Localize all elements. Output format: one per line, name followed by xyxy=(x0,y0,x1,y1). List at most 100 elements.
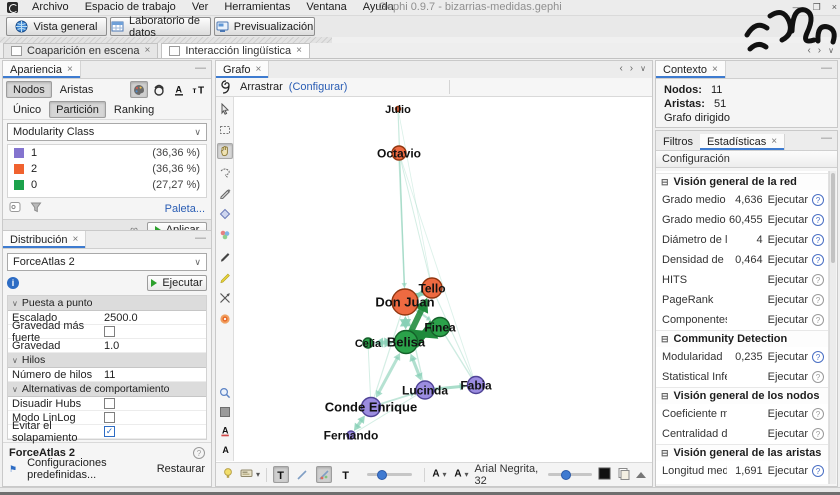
color-palette-icon[interactable] xyxy=(130,81,148,98)
close-icon[interactable]: × xyxy=(771,137,777,147)
stat-info-icon[interactable]: ? xyxy=(812,428,824,440)
subtab-único[interactable]: Único xyxy=(6,101,48,118)
configuration-button[interactable]: Configuración xyxy=(656,151,837,168)
run-statistic-link[interactable]: Ejecutar xyxy=(768,408,808,420)
info-icon[interactable]: i xyxy=(7,277,19,289)
stat-info-icon[interactable]: ? xyxy=(812,351,824,363)
stat-info-icon[interactable]: ? xyxy=(812,294,824,306)
swatch-black-icon[interactable] xyxy=(598,467,611,483)
legend-row[interactable]: 2(36,36 %) xyxy=(8,161,206,177)
tab-distribucion[interactable]: Distribución × xyxy=(3,231,86,248)
collapse-section-icon[interactable]: ⊟ xyxy=(661,448,669,459)
copy-sheet-icon[interactable] xyxy=(617,467,630,483)
minimize-panel-icon[interactable]: — xyxy=(821,132,832,144)
label-size-slider[interactable] xyxy=(548,473,592,476)
font-selector[interactable]: Arial Negrita, 32 xyxy=(475,463,542,487)
stat-info-icon[interactable]: ? xyxy=(812,234,824,246)
checkbox[interactable] xyxy=(104,398,115,409)
layout-select[interactable]: ForceAtlas 2 ∨ xyxy=(7,253,207,271)
scrollbar-thumb[interactable] xyxy=(831,173,835,263)
background-color-icon[interactable] xyxy=(219,406,231,421)
property-value[interactable]: 11 xyxy=(104,369,115,381)
minimize-panel-icon[interactable]: — xyxy=(195,62,206,74)
size-sphere-icon[interactable] xyxy=(150,81,168,98)
pencil-icon[interactable] xyxy=(217,248,233,264)
presets-link[interactable]: Configuraciones predefinidas... xyxy=(27,457,147,481)
graph-canvas[interactable]: JulioOctavioTelloDon JuanFineaCeliaBelis… xyxy=(234,97,652,461)
restore-link[interactable]: Restaurar xyxy=(157,463,205,475)
close-icon[interactable]: × xyxy=(296,46,302,56)
drag-hand-icon[interactable] xyxy=(217,143,233,159)
stat-info-icon[interactable]: ? xyxy=(812,465,824,477)
stats-section-header[interactable]: ⊟Community Detection xyxy=(656,330,828,347)
close-icon[interactable]: × xyxy=(72,235,78,245)
list-values-icon[interactable] xyxy=(9,201,22,216)
menu-ver[interactable]: Ver xyxy=(184,0,217,15)
legend-row[interactable]: 0(27,27 %) xyxy=(8,177,206,193)
workspace-tab-interacción-lingüística[interactable]: Interacción lingüística× xyxy=(161,43,310,58)
checkbox[interactable]: ✓ xyxy=(104,426,115,437)
node-pencil-icon[interactable] xyxy=(217,206,233,222)
zoom-icon[interactable] xyxy=(219,387,231,402)
tab-nodos[interactable]: Nodos xyxy=(6,81,52,98)
stat-info-icon[interactable]: ? xyxy=(812,254,824,266)
tab-contexto[interactable]: Contexto × xyxy=(656,61,726,78)
subtab-partición[interactable]: Partición xyxy=(49,101,106,118)
menu-herramientas[interactable]: Herramientas xyxy=(216,0,298,15)
minimize-panel-icon[interactable]: — xyxy=(195,232,206,244)
run-statistic-link[interactable]: Ejecutar xyxy=(768,294,808,306)
funnel-icon[interactable] xyxy=(30,201,42,216)
run-statistic-link[interactable]: Ejecutar xyxy=(768,465,808,477)
attribute-select[interactable]: Modularity Class ∨ xyxy=(7,123,207,141)
legend-color-swatch[interactable] xyxy=(14,180,24,190)
run-statistic-link[interactable]: Ejecutar xyxy=(768,234,808,246)
property-value[interactable]: 1.0 xyxy=(104,340,119,352)
menu-espacio-de-trabajo[interactable]: Espacio de trabajo xyxy=(77,0,184,15)
legend-color-swatch[interactable] xyxy=(14,164,24,174)
run-layout-button[interactable]: Ejecutar xyxy=(147,275,207,291)
tab-list-icon[interactable]: ∨ xyxy=(640,64,646,73)
highlighter-icon[interactable] xyxy=(217,269,233,285)
run-statistic-link[interactable]: Ejecutar xyxy=(768,194,808,206)
configure-link[interactable]: (Configurar) xyxy=(289,81,348,93)
subtab-ranking[interactable]: Ranking xyxy=(107,101,161,118)
lasso-icon[interactable] xyxy=(217,164,233,180)
menu-archivo[interactable]: Archivo xyxy=(24,0,77,15)
property-value[interactable]: 2500.0 xyxy=(104,312,138,324)
edge-color-icon[interactable] xyxy=(316,466,332,483)
node-labels-icon[interactable]: T xyxy=(273,466,289,483)
scroll-right-icon[interactable]: › xyxy=(630,63,633,74)
scroll-left-icon[interactable]: ‹ xyxy=(619,63,622,74)
stat-info-icon[interactable]: ? xyxy=(812,214,824,226)
run-statistic-link[interactable]: Ejecutar xyxy=(768,254,808,266)
run-statistic-link[interactable]: Ejecutar xyxy=(768,428,808,440)
run-statistic-link[interactable]: Ejecutar xyxy=(768,214,808,226)
close-icon[interactable]: × xyxy=(256,65,262,75)
stats-section-header[interactable]: ⊟Visión general de las aristas xyxy=(656,444,828,461)
shortest-path-icon[interactable] xyxy=(217,290,233,306)
rect-select-icon[interactable] xyxy=(217,122,233,138)
button-vista-general[interactable]: Vista general xyxy=(6,17,107,36)
font-color-black-icon[interactable]: A ▾ xyxy=(431,467,447,482)
collapse-section-icon[interactable]: ⊟ xyxy=(661,334,669,345)
layout-section-header[interactable]: ∨Puesta a punto xyxy=(8,296,206,311)
edge-labels-icon[interactable]: T xyxy=(338,466,354,483)
stat-info-icon[interactable]: ? xyxy=(812,314,824,326)
stat-info-icon[interactable]: ? xyxy=(812,371,824,383)
stat-info-icon[interactable]: ? xyxy=(812,408,824,420)
tab-estadisticas[interactable]: Estadísticas × xyxy=(700,134,785,150)
run-statistic-link[interactable]: Ejecutar xyxy=(768,371,808,383)
collapse-section-icon[interactable]: ⊟ xyxy=(661,391,669,402)
scrollbar[interactable] xyxy=(829,171,836,484)
collapse-section-icon[interactable]: ⊟ xyxy=(661,177,669,188)
stat-info-icon[interactable]: ? xyxy=(812,274,824,286)
label-attributes-icon[interactable]: ▾ xyxy=(240,467,260,482)
edge-pencil-icon[interactable] xyxy=(217,185,233,201)
label-size-a-icon[interactable]: A xyxy=(219,444,231,459)
stat-info-icon[interactable]: ? xyxy=(812,194,824,206)
minimize-panel-icon[interactable]: — xyxy=(821,62,832,74)
layout-section-header[interactable]: ∨Hilos xyxy=(8,353,206,368)
close-icon[interactable]: × xyxy=(712,65,718,75)
tab-filtros[interactable]: Filtros xyxy=(656,134,700,150)
legend-color-swatch[interactable] xyxy=(14,148,24,158)
